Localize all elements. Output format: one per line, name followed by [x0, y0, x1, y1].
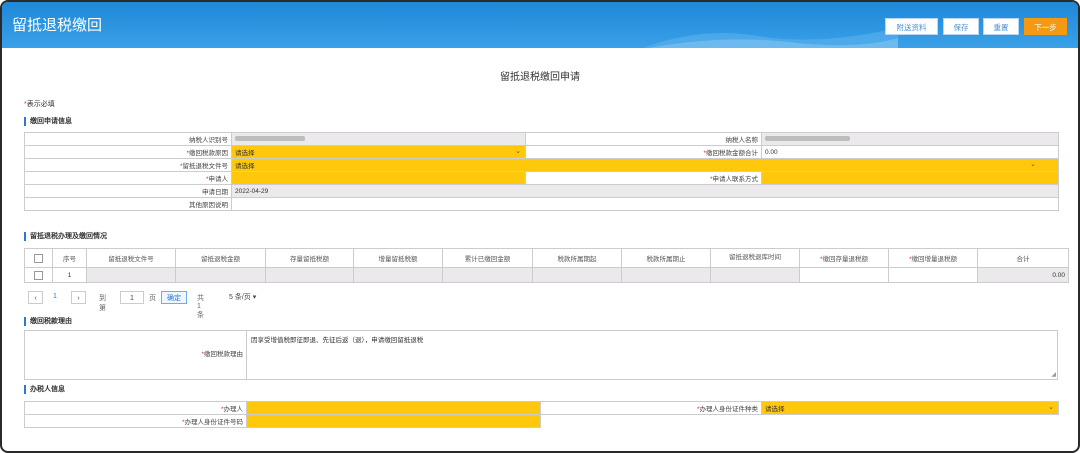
table-row: 1 0.00	[24, 267, 1069, 283]
next-page-button[interactable]: ›	[71, 291, 86, 304]
col-header: 增量留抵税额	[353, 248, 443, 268]
row-total: 0.00	[977, 267, 1069, 283]
handling-grid: 序号 留抵退税文件号 留抵退税金额 存量留抵税额 增量留抵税额 累计已缴回金额 …	[24, 248, 1069, 283]
caret-down-icon: ▾	[252, 294, 257, 301]
col-header: *缴回存量退税额	[799, 248, 889, 268]
cell	[175, 267, 266, 283]
app-header: 留抵退税缴回 附送资料 保存 重置 下一步	[2, 2, 1078, 48]
apply-date-label: 申请日期	[24, 184, 232, 198]
cell	[442, 267, 533, 283]
handler-input[interactable]	[246, 401, 541, 415]
cell	[265, 267, 354, 283]
taxpayer-id-field	[231, 132, 526, 146]
col-header: 留抵退税金额	[175, 248, 266, 268]
goto-label: 到第	[99, 295, 106, 312]
col-header: 合计	[977, 248, 1069, 268]
select-all-checkbox[interactable]	[34, 253, 43, 263]
reset-button[interactable]: 重置	[983, 18, 1019, 35]
section-apply-info: 缴回申请信息	[24, 117, 72, 126]
attach-materials-button[interactable]: 附送资料	[885, 18, 938, 35]
col-header: *缴回增量退税额	[888, 248, 978, 268]
app-window: 留抵退税缴回 附送资料 保存 重置 下一步 留抵退税缴回申请 *表示必填 缴回申…	[0, 0, 1080, 453]
cell	[621, 267, 711, 283]
taxpayer-name-label: 纳税人名称	[525, 132, 762, 146]
chevron-down-icon: ⌄	[1030, 161, 1036, 168]
contact-label: *申请人联系方式	[525, 171, 762, 185]
handler-label: *办理人	[24, 401, 247, 415]
reason-type-label: *缴回税款原因	[24, 145, 232, 159]
col-header: 留抵退税退库时间	[710, 248, 800, 268]
apply-date-value: 2022-04-29	[231, 184, 1059, 198]
taxpayer-id-label: 纳税人识别号	[24, 132, 232, 146]
cell	[86, 267, 176, 283]
taxpayer-name-field	[761, 132, 1059, 146]
resize-handle-icon[interactable]: ◢	[1051, 371, 1056, 378]
app-title: 留抵退税缴回	[12, 17, 103, 34]
section-reason: 缴回税款理由	[24, 317, 72, 326]
section-handling: 留抵退税办理及缴回情况	[24, 232, 107, 241]
increment-refund-input[interactable]	[888, 267, 978, 283]
reason-type-select[interactable]: 请选择 ⌄	[231, 145, 526, 159]
reason-box: *缴回税款理由 因享受增值税即征即退、先征后返（退），申请缴回留抵退税 ◢	[24, 330, 1058, 380]
chevron-down-icon: ⌄	[515, 148, 521, 155]
goto-page-input[interactable]: 1	[120, 291, 144, 304]
col-header: 存量留抵税额	[265, 248, 354, 268]
page-unit: 页	[149, 295, 156, 302]
col-header: 税款所属期止	[621, 248, 711, 268]
other-reason-input[interactable]	[231, 197, 1059, 211]
col-header: 序号	[52, 248, 87, 268]
applicant-input[interactable]	[231, 171, 526, 185]
taxpayer-name-redacted	[765, 136, 850, 142]
page-title: 留抵退税缴回申请	[500, 72, 580, 83]
id-type-label: *办理人身份证件种类	[540, 401, 762, 415]
empty-cell	[541, 415, 1059, 428]
header-decoration	[643, 28, 898, 48]
cell	[710, 267, 800, 283]
select-all-cell[interactable]	[24, 248, 53, 268]
prev-page-button[interactable]: ‹	[28, 291, 43, 304]
reason-textarea[interactable]: 因享受增值税即征即退、先征后返（退），申请缴回留抵退税	[251, 334, 423, 344]
total-amount-label: *缴回税款金额合计	[525, 145, 762, 159]
row-seq: 1	[52, 267, 87, 283]
total-count: 共1条	[197, 295, 204, 319]
apply-info-form: 纳税人识别号 纳税人名称 *缴回税款原因 请选择 ⌄ *缴回税款金额合计 0.00…	[24, 132, 1059, 211]
other-reason-label: 其他原因说明	[24, 197, 232, 211]
cell	[532, 267, 622, 283]
total-amount-value: 0.00	[761, 145, 1059, 159]
col-header: 留抵退税文件号	[86, 248, 176, 268]
page-size-select[interactable]: 5 条/页 ▾	[229, 291, 279, 304]
chevron-down-icon: ⌄	[1048, 404, 1054, 411]
contact-input[interactable]	[761, 171, 1059, 185]
goto-confirm-button[interactable]: 确定	[161, 291, 187, 304]
current-page[interactable]: 1	[53, 293, 57, 300]
col-header: 税款所属期起	[532, 248, 622, 268]
row-select-cell[interactable]	[24, 267, 53, 283]
cell	[353, 267, 443, 283]
id-no-label: *办理人身份证件号码	[24, 414, 247, 428]
section-handler: 办税人信息	[24, 385, 65, 394]
reason-label: *缴回税款理由	[25, 331, 247, 379]
id-type-select[interactable]: 请选择 ⌄	[761, 401, 1059, 415]
required-note: *表示必填	[24, 99, 55, 109]
next-step-button[interactable]: 下一步	[1024, 18, 1067, 35]
taxpayer-id-redacted	[235, 136, 305, 142]
row-checkbox[interactable]	[34, 270, 43, 280]
col-header: 累计已缴回金额	[442, 248, 533, 268]
doc-no-label: *留抵退税文件号	[24, 158, 232, 172]
doc-no-select[interactable]: 请选择 ⌄	[231, 158, 1059, 172]
stock-refund-input[interactable]	[799, 267, 889, 283]
save-button[interactable]: 保存	[943, 18, 979, 35]
required-note-text: 表示必填	[26, 101, 55, 108]
id-no-input[interactable]	[246, 414, 541, 428]
handler-form: *办理人 *办理人身份证件种类 请选择 ⌄ *办理人身份证件号码	[24, 401, 1059, 428]
applicant-label: *申请人	[24, 171, 232, 185]
